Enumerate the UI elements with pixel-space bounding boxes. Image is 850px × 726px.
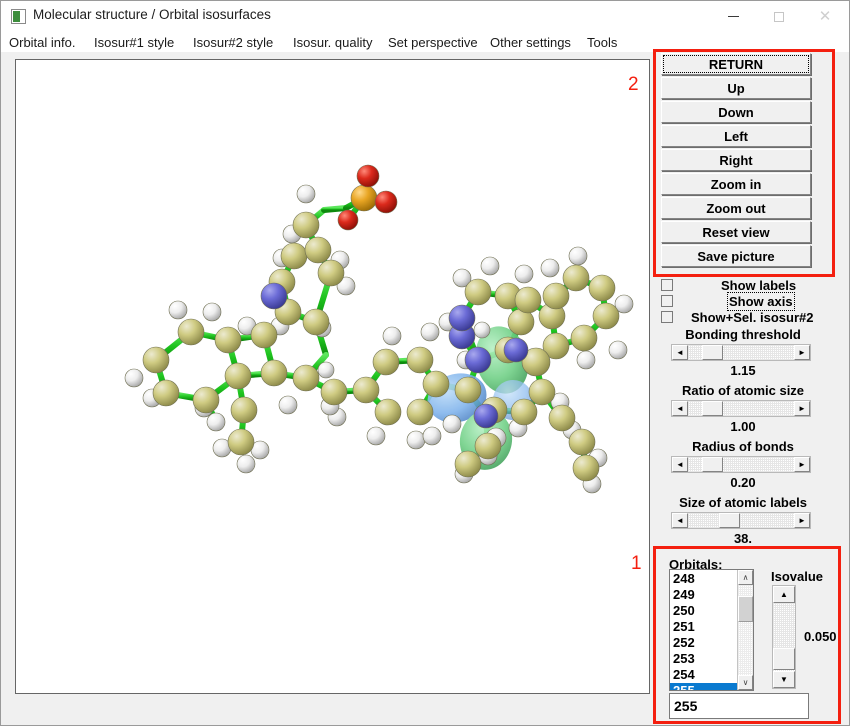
menu-item-tools[interactable]: Tools [587, 34, 617, 50]
zoom-out-button[interactable]: Zoom out [661, 197, 811, 219]
right-button[interactable]: Right [661, 149, 811, 171]
annotation-number-1: 1 [631, 553, 642, 574]
save-picture-button[interactable]: Save picture [661, 245, 811, 267]
slider-thumb[interactable] [701, 401, 723, 416]
slider-value-radius-of-bonds: 0.20 [730, 475, 756, 490]
slider-value-bonding-threshold: 1.15 [730, 363, 756, 378]
close-icon: ✕ [818, 8, 832, 25]
menu-bar: Orbital info. Isosur#1 style Isosur#2 styl… [1, 32, 849, 52]
window-title: Molecular structure / Orbital isosurface… [33, 7, 271, 22]
chevron-down-icon: ∨ [742, 677, 749, 687]
menu-item-set-perspective[interactable]: Set perspective [388, 34, 478, 50]
isovalue-decrease-button[interactable]: ▼ [773, 671, 795, 688]
triangle-up-icon: ▲ [780, 589, 788, 599]
isovalue-slider[interactable]: ▲ ▼ [772, 585, 796, 689]
checkbox-row-show-axis[interactable]: Show axis [661, 291, 795, 311]
slider-left-arrow[interactable]: ◄ [672, 345, 688, 360]
orbital-list-item[interactable]: 250 [670, 603, 738, 619]
title-bar: Molecular structure / Orbital isosurface… [1, 1, 849, 32]
isovalue-increase-button[interactable]: ▲ [773, 586, 795, 603]
orbital-list-item[interactable]: 255 [670, 683, 738, 690]
slider-bonding-threshold[interactable]: ◄ ► [671, 344, 811, 361]
minimize-icon [727, 16, 739, 17]
slider-label-radius-of-bonds: Radius of bonds [692, 439, 794, 454]
orbital-list-item[interactable]: 248 [670, 571, 738, 587]
slider-thumb[interactable] [719, 513, 741, 528]
checkbox-row-show-labels[interactable]: Show labels [661, 277, 796, 293]
maximize-icon [774, 11, 784, 22]
isovalue-value: 0.050 [804, 629, 837, 644]
application-window: Molecular structure / Orbital isosurface… [0, 0, 850, 726]
checkbox-icon[interactable] [661, 311, 673, 323]
left-button[interactable]: Left [661, 125, 811, 147]
checkbox-icon[interactable] [661, 279, 673, 291]
slider-label-ratio-of-atomic-size: Ratio of atomic size [681, 383, 805, 398]
slider-right-arrow[interactable]: ► [794, 457, 810, 472]
zoom-in-button[interactable]: Zoom in [661, 173, 811, 195]
scroll-up-button[interactable]: ∧ [738, 570, 753, 585]
orbitals-listbox[interactable]: 248 249 250 251 252 253 254 255 ∧ ∨ [669, 569, 754, 691]
orbital-list-item[interactable]: 251 [670, 619, 738, 635]
orbital-list-item[interactable]: 254 [670, 667, 738, 683]
isovalue-slider-thumb[interactable] [773, 648, 795, 670]
scroll-down-button[interactable]: ∨ [738, 675, 753, 690]
annotation-number-2: 2 [628, 74, 639, 95]
slider-thumb[interactable] [701, 345, 723, 360]
slider-right-arrow[interactable]: ► [794, 513, 810, 528]
maximize-button[interactable] [756, 1, 802, 32]
slider-right-arrow[interactable]: ► [794, 401, 810, 416]
slider-value-size-of-atomic-labels: 38. [733, 531, 753, 546]
slider-left-arrow[interactable]: ◄ [672, 401, 688, 416]
down-button[interactable]: Down [661, 101, 811, 123]
menu-item-isosur-quality[interactable]: Isosur. quality [293, 34, 373, 50]
slider-label-bonding-threshold: Bonding threshold [685, 327, 801, 342]
checkbox-icon[interactable] [661, 295, 673, 307]
menu-item-orbital-info[interactable]: Orbital info. [9, 34, 75, 50]
slider-size-of-atomic-labels[interactable]: ◄ ► [671, 512, 811, 529]
molecular-structure-viewport[interactable] [15, 59, 650, 694]
slider-label-size-of-atomic-labels: Size of atomic labels [679, 495, 807, 510]
orbital-list-item[interactable]: 252 [670, 635, 738, 651]
slider-left-arrow[interactable]: ◄ [672, 513, 688, 528]
triangle-down-icon: ▼ [780, 674, 788, 684]
checkbox-label: Show+Sel. isosur#2 [691, 309, 814, 325]
menu-item-isosur-2-style[interactable]: Isosur#2 style [193, 34, 273, 50]
slider-ratio-of-atomic-size[interactable]: ◄ ► [671, 400, 811, 417]
close-button[interactable]: ✕ [802, 1, 848, 32]
scrollbar-thumb[interactable] [738, 596, 753, 622]
orbital-index-input[interactable]: 255 [669, 693, 809, 719]
minimize-button[interactable] [710, 1, 756, 32]
menu-item-isosur-1-style[interactable]: Isosur#1 style [94, 34, 174, 50]
checkbox-label: Show labels [721, 277, 797, 293]
slider-radius-of-bonds[interactable]: ◄ ► [671, 456, 811, 473]
up-button[interactable]: Up [661, 77, 811, 99]
menu-item-other-settings[interactable]: Other settings [490, 34, 571, 50]
checkbox-row-show-sel-isosur-2[interactable]: Show+Sel. isosur#2 [661, 309, 813, 325]
checkbox-label: Show axis [727, 291, 795, 311]
slider-thumb[interactable] [701, 457, 723, 472]
return-button[interactable]: RETURN [661, 53, 811, 75]
orbital-list-item[interactable]: 253 [670, 651, 738, 667]
slider-right-arrow[interactable]: ► [794, 345, 810, 360]
orbital-list-item[interactable]: 249 [670, 587, 738, 603]
slider-value-ratio-of-atomic-size: 1.00 [730, 419, 756, 434]
molecule-render [124, 164, 634, 494]
isovalue-label: Isovalue [771, 569, 824, 584]
orbitals-scrollbar[interactable]: ∧ ∨ [737, 570, 753, 690]
slider-left-arrow[interactable]: ◄ [672, 457, 688, 472]
chevron-up-icon: ∧ [742, 572, 749, 582]
app-window-icon [11, 9, 26, 24]
reset-view-button[interactable]: Reset view [661, 221, 811, 243]
